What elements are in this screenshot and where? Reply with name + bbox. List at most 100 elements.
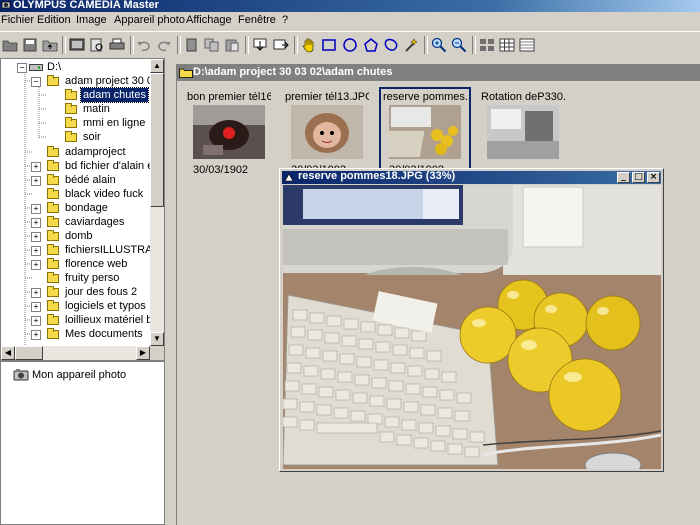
- thumbnail-image: [193, 105, 265, 159]
- transfer-icon[interactable]: [272, 36, 290, 54]
- open-folder-icon[interactable]: [1, 36, 19, 54]
- magic-wand-icon[interactable]: [402, 36, 420, 54]
- close-button[interactable]: ×: [647, 172, 660, 183]
- expand-toggle[interactable]: +: [31, 176, 41, 186]
- maximize-button[interactable]: □: [632, 172, 645, 183]
- thumbnail-item[interactable]: Rotation deP330...: [479, 89, 567, 177]
- tree-item[interactable]: soir: [83, 130, 101, 144]
- menu-edition[interactable]: Edition: [37, 14, 71, 26]
- photo-view[interactable]: [283, 185, 661, 469]
- download-icon[interactable]: [251, 36, 269, 54]
- view-large-icon[interactable]: [478, 36, 496, 54]
- expand-toggle[interactable]: +: [31, 302, 41, 312]
- tree-item[interactable]: florence web: [65, 257, 127, 271]
- tree-vertical-scrollbar[interactable]: ▲ ▼: [150, 59, 164, 346]
- slideshow-icon[interactable]: [68, 36, 86, 54]
- device-label[interactable]: Mon appareil photo: [32, 368, 126, 382]
- scroll-left-button[interactable]: ◀: [1, 346, 15, 360]
- folder-open-icon: [65, 89, 77, 100]
- expand-toggle[interactable]: +: [31, 204, 41, 214]
- scroll-thumb[interactable]: [15, 346, 43, 360]
- expand-toggle[interactable]: +: [31, 218, 41, 228]
- expand-toggle[interactable]: +: [31, 316, 41, 326]
- tree-item[interactable]: bédé alain: [65, 173, 116, 187]
- folder-icon: [47, 286, 59, 297]
- pane-splitter[interactable]: [165, 58, 172, 525]
- thumbnail-caption: bon premier tél16...: [187, 91, 271, 103]
- tree-item[interactable]: adam project 30 03: [65, 74, 159, 88]
- copy-icon[interactable]: [203, 36, 221, 54]
- thumbnail-image: [487, 105, 559, 159]
- menu-help[interactable]: ?: [282, 14, 288, 26]
- folder-icon: [47, 328, 59, 339]
- thumbnail-image: [291, 105, 363, 159]
- expand-toggle[interactable]: +: [31, 162, 41, 172]
- image-window-title-bar[interactable]: reserve pommes18.JPG (33%) _ □ ×: [282, 170, 661, 184]
- scroll-down-button[interactable]: ▼: [150, 332, 164, 346]
- minimize-button[interactable]: _: [617, 172, 630, 183]
- tree-item[interactable]: adamproject: [65, 145, 126, 159]
- expand-toggle[interactable]: +: [31, 330, 41, 340]
- expand-toggle[interactable]: +: [31, 246, 41, 256]
- image-window-title: reserve pommes18.JPG (33%): [298, 170, 456, 182]
- folder-icon: [47, 174, 59, 185]
- tree-item[interactable]: logiciels et typos: [65, 299, 146, 313]
- ellipse-select-icon[interactable]: [341, 36, 359, 54]
- thumbnail-item-selected[interactable]: reserve pommes... 30/03/1902: [379, 87, 471, 179]
- tree-item[interactable]: black video fuck: [65, 187, 143, 201]
- up-folder-icon[interactable]: [41, 36, 59, 54]
- thumbnail-item[interactable]: premier tél13.JPG 30/03/1902: [283, 89, 371, 177]
- print-preview-icon[interactable]: [88, 36, 106, 54]
- menu-image[interactable]: Image: [76, 14, 107, 26]
- title-bar[interactable]: OLYMPUS CAMEDIA Master: [0, 0, 700, 12]
- redo-icon[interactable]: [155, 36, 173, 54]
- collapse-drive-toggle[interactable]: −: [17, 63, 27, 73]
- expand-toggle[interactable]: +: [31, 260, 41, 270]
- tree-item[interactable]: bondage: [65, 201, 108, 215]
- current-path: D:\adam project 30 03 02\adam chutes: [193, 66, 393, 78]
- rectangle-select-icon[interactable]: [320, 36, 338, 54]
- folder-icon: [47, 244, 59, 255]
- thumbnail-caption: reserve pommes...: [383, 91, 467, 103]
- scroll-right-button[interactable]: ▶: [136, 346, 150, 360]
- device-pane: Mon appareil photo: [0, 361, 165, 525]
- image-viewer-window[interactable]: reserve pommes18.JPG (33%) _ □ ×: [279, 168, 664, 472]
- save-icon[interactable]: [21, 36, 39, 54]
- polygon-select-icon[interactable]: [362, 36, 380, 54]
- zoom-in-icon[interactable]: [430, 36, 448, 54]
- tree-item[interactable]: caviardages: [65, 215, 124, 229]
- tree-horizontal-scrollbar[interactable]: ◀ ▶: [1, 346, 150, 360]
- undo-icon[interactable]: [135, 36, 153, 54]
- folder-icon: [47, 314, 59, 325]
- tree-item-selected[interactable]: adam chutes: [80, 87, 149, 103]
- folder-icon: [65, 131, 77, 142]
- tree-item[interactable]: fruity perso: [65, 271, 119, 285]
- view-grid-icon[interactable]: [498, 36, 516, 54]
- menu-fenetre[interactable]: Fenêtre: [238, 14, 276, 26]
- folder-icon: [47, 146, 59, 157]
- thumbnail-item[interactable]: bon premier tél16... 30/03/1902: [185, 89, 273, 177]
- tree-item[interactable]: jour des fous 2: [65, 285, 137, 299]
- menu-appareil-photo[interactable]: Appareil photo: [114, 14, 185, 26]
- collapse-toggle[interactable]: −: [31, 77, 41, 87]
- zoom-out-icon[interactable]: [450, 36, 468, 54]
- tree-item[interactable]: mmi en ligne: [83, 116, 145, 130]
- print-icon[interactable]: [108, 36, 126, 54]
- scroll-up-button[interactable]: ▲: [150, 59, 164, 73]
- paste-icon[interactable]: [223, 36, 241, 54]
- menu-fichier[interactable]: Fichier: [1, 14, 34, 26]
- tree-item[interactable]: Mes documents: [65, 327, 143, 341]
- expand-toggle[interactable]: +: [31, 288, 41, 298]
- tree-item[interactable]: matin: [83, 102, 110, 116]
- camera-icon: [13, 369, 29, 381]
- folder-tree[interactable]: − D:\ − adam project 30 03 adam chutes m…: [0, 58, 165, 361]
- tree-drive-label[interactable]: D:\: [47, 60, 61, 74]
- view-list-icon[interactable]: [518, 36, 536, 54]
- scroll-thumb[interactable]: [150, 73, 164, 207]
- freeform-select-icon[interactable]: [382, 36, 400, 54]
- menu-affichage[interactable]: Affichage: [186, 14, 232, 26]
- copy-to-icon[interactable]: [183, 36, 201, 54]
- hand-tool-icon[interactable]: [300, 36, 318, 54]
- tree-item[interactable]: domb: [65, 229, 93, 243]
- expand-toggle[interactable]: +: [31, 232, 41, 242]
